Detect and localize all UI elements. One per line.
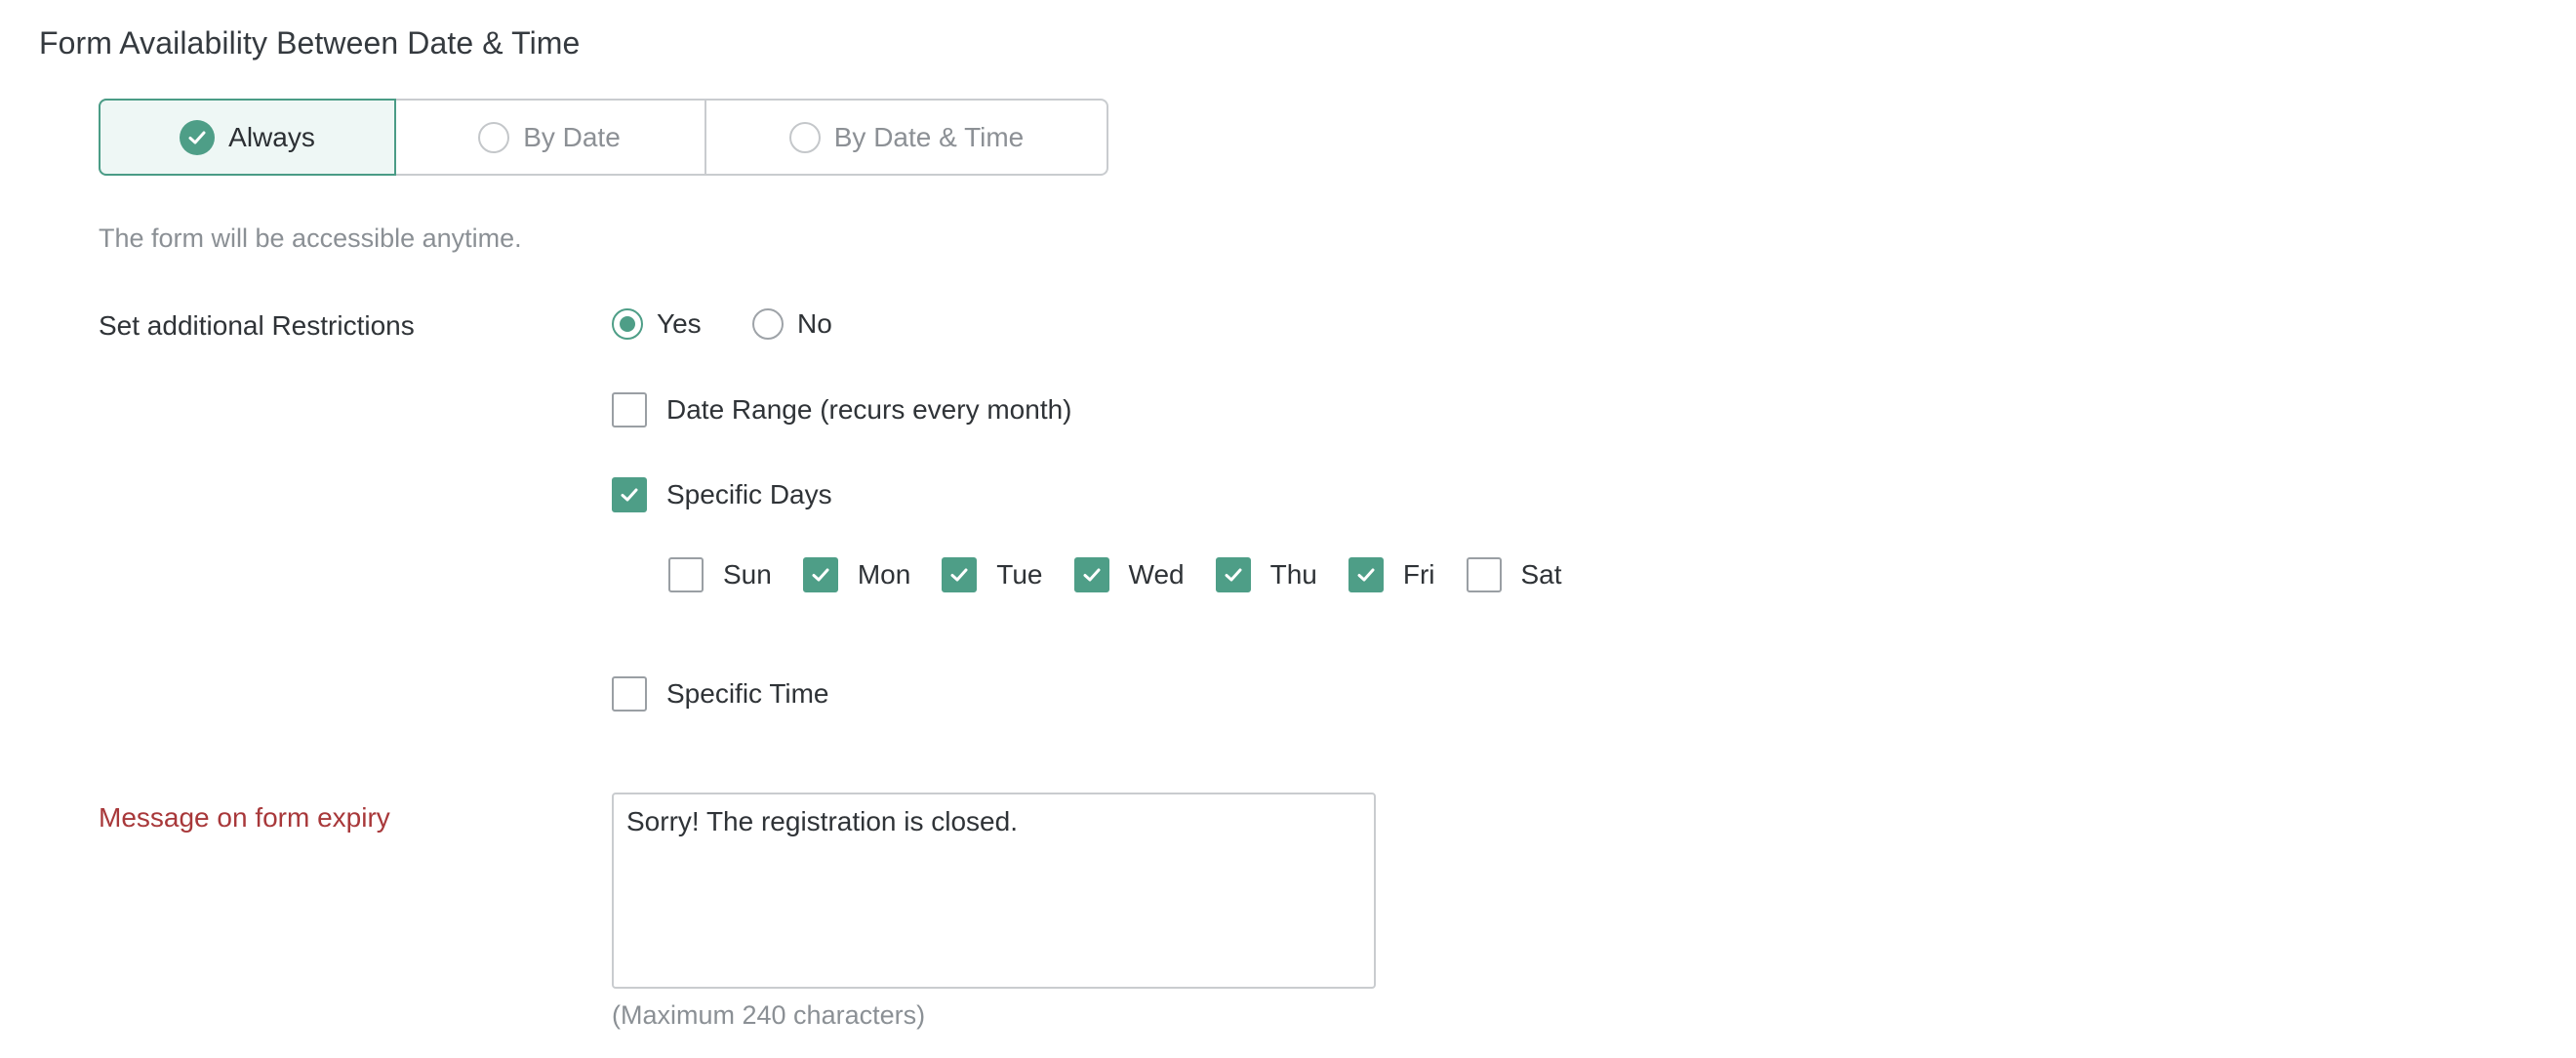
day-label: Fri	[1402, 559, 1435, 590]
expiry-message-label: Message on form expiry	[99, 802, 390, 833]
checkbox-checked-icon	[1348, 557, 1384, 592]
section-title: Form Availability Between Date & Time	[39, 25, 581, 61]
checkbox-unchecked-icon	[612, 676, 647, 712]
day-checkbox-thu[interactable]: Thu	[1215, 557, 1317, 592]
expiry-message-textarea[interactable]: Sorry! The registration is closed.	[612, 793, 1376, 989]
day-label: Sun	[723, 559, 772, 590]
radio-circle-icon	[478, 121, 510, 153]
specific-days-checkbox[interactable]: Specific Days	[612, 477, 832, 512]
checkbox-label: Specific Time	[666, 678, 829, 709]
expiry-character-limit-hint: (Maximum 240 characters)	[612, 1000, 926, 1030]
checkbox-checked-icon	[942, 557, 978, 592]
restrictions-yes-radio[interactable]: Yes	[612, 308, 702, 340]
availability-option-label: By Date	[523, 121, 621, 152]
checkbox-unchecked-icon	[1466, 557, 1502, 592]
checkbox-checked-icon	[802, 557, 838, 592]
day-label: Sat	[1520, 559, 1562, 590]
restrictions-label: Set additional Restrictions	[99, 310, 415, 341]
availability-option-label: Always	[228, 121, 315, 152]
day-checkbox-wed[interactable]: Wed	[1073, 557, 1185, 592]
checkbox-label: Date Range (recurs every month)	[666, 394, 1072, 425]
check-circle-icon	[180, 119, 216, 155]
availability-option-by-date-time[interactable]: By Date & Time	[704, 101, 1107, 174]
checkbox-unchecked-icon	[668, 557, 704, 592]
radio-selected-icon	[612, 308, 643, 340]
restrictions-no-radio[interactable]: No	[752, 308, 832, 340]
date-range-checkbox[interactable]: Date Range (recurs every month)	[612, 392, 1072, 427]
checkbox-checked-icon	[1073, 557, 1109, 592]
checkbox-unchecked-icon	[612, 392, 647, 427]
radio-circle-icon	[788, 121, 821, 153]
availability-option-by-date[interactable]: By Date	[394, 101, 704, 174]
day-checkbox-sat[interactable]: Sat	[1466, 557, 1562, 592]
availability-description: The form will be accessible anytime.	[99, 224, 522, 253]
day-label: Tue	[996, 559, 1043, 590]
day-label: Thu	[1269, 559, 1317, 590]
checkbox-checked-icon	[1215, 557, 1251, 592]
day-checkbox-group: Sun Mon Tue Wed Thu Fri Sat	[668, 557, 1593, 592]
availability-option-always[interactable]: Always	[99, 99, 396, 176]
day-checkbox-tue[interactable]: Tue	[942, 557, 1043, 592]
day-checkbox-sun[interactable]: Sun	[668, 557, 772, 592]
day-checkbox-fri[interactable]: Fri	[1348, 557, 1435, 592]
checkbox-checked-icon	[612, 477, 647, 512]
day-label: Mon	[857, 559, 911, 590]
availability-segmented-control: Always By Date By Date & Time	[99, 99, 1108, 176]
checkbox-label: Specific Days	[666, 479, 832, 509]
specific-time-checkbox[interactable]: Specific Time	[612, 676, 829, 712]
day-label: Wed	[1128, 559, 1185, 590]
radio-unselected-icon	[752, 308, 784, 340]
radio-label: No	[797, 308, 832, 339]
availability-option-label: By Date & Time	[833, 121, 1025, 152]
day-checkbox-mon[interactable]: Mon	[802, 557, 911, 592]
radio-label: Yes	[657, 308, 702, 339]
